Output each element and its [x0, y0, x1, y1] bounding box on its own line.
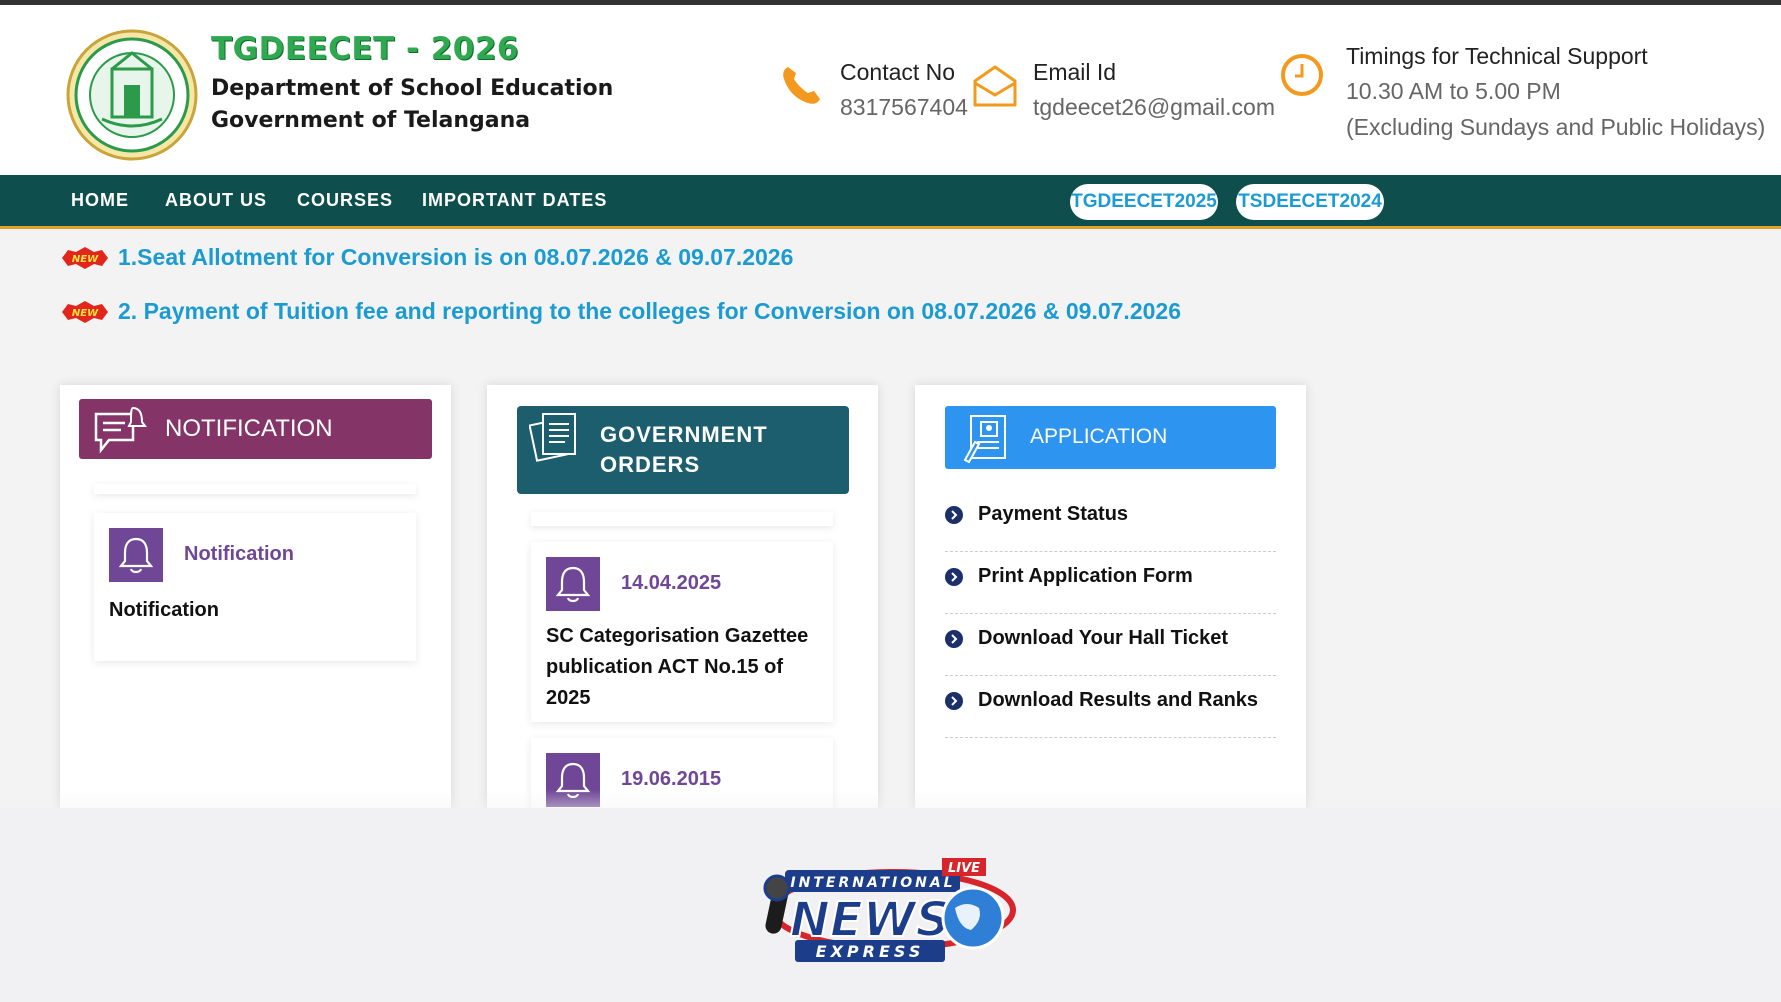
notification-header: NOTIFICATION [79, 399, 432, 459]
chevron-right-icon [945, 505, 963, 524]
download-results-label[interactable]: Download Results and Ranks [978, 689, 1258, 712]
timing-value: 10.30 AM to 5.00 PM [1346, 78, 1561, 104]
phone-icon [783, 67, 820, 104]
order-date: 19.06.2015 [621, 768, 722, 790]
watermark-express: EXPRESS [816, 942, 925, 961]
bell-icon [546, 557, 600, 611]
svg-text:NEW: NEW [72, 308, 99, 319]
news-item-1[interactable]: NEW 1.Seat Allotment for Conversion is o… [60, 244, 793, 271]
envelope-icon [973, 65, 1017, 107]
new-badge-icon: NEW [62, 300, 108, 323]
chevron-right-icon [945, 691, 963, 710]
brand-block: TGDEECET - 2026 Department of School Edu… [211, 31, 613, 137]
email-block: Email Id tgdeecet26@gmail.com [971, 55, 1275, 125]
contact-label: Contact No [840, 59, 956, 85]
order-title-line1[interactable]: SC Categorisation Gazettee [546, 621, 808, 652]
watermark-international: INTERNATIONAL [790, 875, 955, 891]
site-header: TGDEECET - 2026 Department of School Edu… [0, 5, 1781, 175]
notification-title: NOTIFICATION [165, 415, 333, 442]
application-header: APPLICATION [945, 406, 1276, 469]
documents-icon [529, 413, 576, 462]
chevron-right-icon [945, 629, 963, 648]
order-date: 14.04.2025 [621, 572, 722, 594]
contact-value[interactable]: 8317567404 [840, 89, 968, 125]
news-express-watermark-logo: INTERNATIONAL LIVE NEWS EXPRESS [763, 858, 1016, 962]
print-application-form-link[interactable]: Print Application Form [945, 552, 1276, 614]
timing-note: (Excluding Sundays and Public Holidays) [1346, 114, 1766, 140]
watermark-news: NEWS [790, 892, 950, 948]
order-title-line2[interactable]: publication ACT No.15 of 2025 [546, 652, 833, 714]
news-item-2[interactable]: NEW 2. Payment of Tuition fee and report… [60, 298, 1181, 325]
news-text-2[interactable]: 2. Payment of Tuition fee and reporting … [118, 298, 1181, 325]
notification-item-text[interactable]: Notification [109, 595, 219, 626]
clock-icon [1281, 54, 1323, 96]
chat-bell-icon [94, 406, 147, 454]
chevron-right-icon [945, 567, 963, 586]
nav-about-us[interactable]: ABOUT US [165, 190, 267, 211]
news-text-1[interactable]: 1.Seat Allotment for Conversion is on 08… [118, 244, 793, 271]
telangana-emblem-logo[interactable] [66, 29, 198, 161]
print-application-form-label[interactable]: Print Application Form [978, 565, 1193, 588]
government-name: Government of Telangana [211, 108, 531, 133]
government-orders-title-2: ORDERS [600, 452, 701, 477]
nav-courses[interactable]: COURSES [297, 190, 393, 211]
brand-title: TGDEECET - 2026 [211, 31, 519, 67]
department-name: Department of School Education [211, 76, 614, 101]
application-title: APPLICATION [1030, 425, 1168, 448]
payment-status-label[interactable]: Payment Status [978, 503, 1128, 526]
orders-scroll-edge [531, 512, 833, 526]
svg-text:NEW: NEW [72, 254, 99, 265]
new-badge-icon: NEW [62, 246, 108, 269]
download-hall-ticket-label[interactable]: Download Your Hall Ticket [978, 627, 1228, 650]
tgdeecet2025-button[interactable]: TGDEECET2025 [1070, 184, 1218, 220]
contact-number-block: Contact No 8317567404 [778, 55, 968, 125]
main-nav: HOME ABOUT US COURSES IMPORTANT DATES TG… [0, 175, 1781, 229]
application-links: Payment Status Print Application Form Do… [945, 490, 1276, 738]
payment-status-link[interactable]: Payment Status [945, 490, 1276, 552]
bell-icon [109, 528, 163, 582]
download-hall-ticket-link[interactable]: Download Your Hall Ticket [945, 614, 1276, 676]
download-results-link[interactable]: Download Results and Ranks [945, 676, 1276, 738]
application-form-icon [963, 415, 1006, 464]
support-timings-block: Timings for Technical Support 10.30 AM t… [1278, 39, 1765, 145]
nav-important-dates[interactable]: IMPORTANT DATES [422, 190, 607, 211]
notification-scroll-edge [94, 484, 416, 494]
email-label: Email Id [1033, 59, 1117, 85]
government-order-item[interactable]: 14.04.2025 SC Categorisation Gazettee pu… [531, 542, 833, 722]
government-orders-title-1: GOVERNMENT [600, 422, 768, 447]
government-orders-header: GOVERNMENT ORDERS [517, 406, 849, 494]
tsdeecet2024-button[interactable]: TSDEECET2024 [1236, 184, 1384, 220]
notification-item[interactable]: Notification Notification [94, 513, 416, 661]
email-value[interactable]: tgdeecet26@gmail.com [1033, 89, 1275, 125]
timing-label: Timings for Technical Support [1346, 43, 1648, 69]
nav-home[interactable]: HOME [71, 190, 129, 211]
watermark-live: LIVE [948, 861, 980, 876]
notification-item-heading[interactable]: Notification [184, 543, 294, 566]
